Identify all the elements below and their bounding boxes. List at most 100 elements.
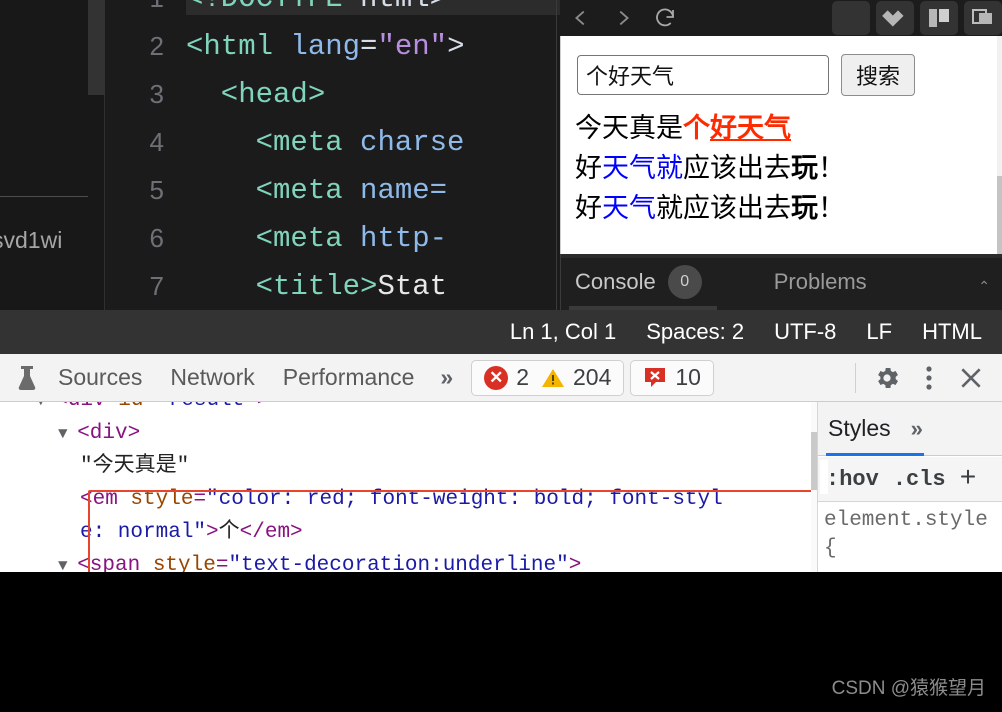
split-layout-icon[interactable] bbox=[920, 1, 958, 35]
more-tabs-icon[interactable]: » bbox=[428, 364, 465, 391]
chevron-up-icon[interactable]: ⌃ bbox=[978, 278, 990, 295]
dom-token: "今天真是" bbox=[80, 455, 190, 478]
line-number: 3 bbox=[149, 78, 164, 109]
tab-network[interactable]: Network bbox=[156, 364, 268, 391]
plain-text: 好 bbox=[575, 193, 602, 223]
line-number: 7 bbox=[149, 270, 164, 301]
more-vertical-icon[interactable] bbox=[908, 357, 950, 399]
browser-toolbar bbox=[560, 0, 1002, 36]
styles-filter-caret bbox=[820, 460, 828, 494]
dom-token: style bbox=[140, 554, 216, 572]
emphasis-red-underline: 好天气 bbox=[710, 113, 791, 143]
errors-warnings-pill[interactable]: ✕ 2 204 bbox=[471, 359, 625, 396]
styles-pane: Styles » :hov .cls + element.style { bbox=[818, 402, 1002, 572]
line-number: 5 bbox=[149, 174, 164, 205]
reload-icon[interactable] bbox=[644, 1, 686, 35]
search-button[interactable]: 搜索 bbox=[841, 54, 916, 96]
dom-token: > bbox=[206, 521, 219, 544]
dom-token: id bbox=[106, 402, 143, 412]
diamond-cluster-icon[interactable] bbox=[876, 1, 914, 35]
issue-square-icon bbox=[643, 367, 667, 389]
warning-triangle-icon bbox=[541, 367, 565, 389]
devtools-right-actions bbox=[845, 357, 992, 399]
status-indentation[interactable]: Spaces: 2 bbox=[646, 319, 744, 345]
warning-count: 204 bbox=[573, 364, 612, 390]
tab-problems[interactable]: Problems bbox=[716, 269, 881, 295]
line-number: 4 bbox=[149, 126, 164, 157]
plain-text: 就应该出去 bbox=[656, 193, 791, 223]
blank-panel-icon[interactable] bbox=[832, 1, 870, 35]
copy-windows-icon[interactable] bbox=[964, 1, 1002, 35]
dom-token: "color: red; font-weight: bold; font-sty… bbox=[206, 488, 723, 511]
emphasis-red: 个 bbox=[683, 113, 710, 143]
dom-token: <em bbox=[80, 488, 118, 511]
close-icon[interactable] bbox=[950, 357, 992, 399]
dom-scrollbar[interactable] bbox=[811, 402, 817, 572]
devtools-panel: Sources Network Performance » ✕ 2 204 10… bbox=[0, 354, 1002, 572]
issue-count: 10 bbox=[675, 364, 701, 390]
search-row: 搜索 bbox=[577, 54, 916, 96]
dom-tree-node[interactable]: e: normal">个</em> bbox=[80, 516, 303, 549]
dom-token: e: normal" bbox=[80, 521, 207, 544]
plain-text: ！ bbox=[818, 193, 845, 223]
plain-text: 应该出去 bbox=[683, 153, 791, 183]
plain-text: 今天真是 bbox=[575, 113, 683, 143]
tab-performance[interactable]: Performance bbox=[269, 364, 429, 391]
status-eol[interactable]: LF bbox=[866, 319, 892, 345]
hov-toggle[interactable]: :hov bbox=[826, 467, 879, 492]
element-style-rule[interactable]: element.style { bbox=[818, 503, 1002, 572]
preview-page: 搜索 今天真是个好天气 好天气就应该出去玩！ 好天气就应该出去玩！ bbox=[560, 36, 1002, 254]
expand-triangle-icon[interactable]: ▼ bbox=[58, 425, 77, 443]
plain-text: 好 bbox=[575, 153, 602, 183]
dom-tree-node[interactable]: ▼ <div id="result"> bbox=[36, 402, 269, 418]
dom-tree-node[interactable]: ▼ <span style="text-decoration:underline… bbox=[58, 549, 581, 572]
devtools-tabbar: Sources Network Performance » ✕ 2 204 10 bbox=[0, 354, 1002, 402]
tab-styles[interactable]: Styles bbox=[828, 415, 891, 442]
result-line-1: 今天真是个好天气 bbox=[575, 106, 791, 145]
editor-status-bar: Ln 1, Col 1 Spaces: 2 UTF-8 LF HTML bbox=[0, 310, 1002, 354]
status-cursor-position[interactable]: Ln 1, Col 1 bbox=[510, 319, 616, 345]
bold-text: 玩 bbox=[791, 193, 818, 223]
chevron-left-icon[interactable] bbox=[560, 1, 602, 35]
minimap-block[interactable] bbox=[88, 0, 105, 95]
status-language-mode[interactable]: HTML bbox=[922, 319, 982, 345]
highlight-blue: 天气 bbox=[602, 193, 656, 223]
dom-tree-node[interactable]: "今天真是" bbox=[80, 450, 189, 483]
dom-tree-node[interactable]: ▼ <div> bbox=[58, 417, 140, 451]
result-line-3: 好天气就应该出去玩！ bbox=[575, 186, 845, 225]
page-scrollbar[interactable] bbox=[997, 36, 1002, 254]
dom-token: style bbox=[117, 488, 194, 511]
browser-preview-window: 搜索 今天真是个好天气 好天气就应该出去玩！ 好天气就应该出去玩！ Consol… bbox=[560, 0, 1002, 310]
devtools-drawer: Console 0 Problems ⌃ bbox=[560, 254, 1002, 310]
issues-pill[interactable]: 10 bbox=[630, 359, 714, 396]
plain-text: ！ bbox=[818, 153, 845, 183]
dom-token: <span bbox=[77, 554, 141, 572]
gutter-divider bbox=[0, 196, 88, 197]
toolbar-divider bbox=[855, 362, 856, 393]
dom-token: "result" bbox=[156, 402, 257, 412]
styles-more-icon[interactable]: » bbox=[911, 416, 923, 442]
chevron-right-icon[interactable] bbox=[602, 1, 644, 35]
dom-token: = bbox=[215, 554, 229, 572]
status-encoding[interactable]: UTF-8 bbox=[774, 319, 836, 345]
tab-sources[interactable]: Sources bbox=[44, 364, 156, 391]
dom-tree-node[interactable]: <em style="color: red; font-weight: bold… bbox=[80, 483, 723, 516]
expand-triangle-icon[interactable]: ▼ bbox=[58, 557, 77, 572]
cls-toggle[interactable]: .cls bbox=[893, 467, 946, 492]
styles-tabbar: Styles » bbox=[818, 402, 1002, 456]
code-editor-region: svd1wi 1<!DOCTYPE html>2<html lang="en">… bbox=[0, 0, 1002, 310]
tab-console[interactable]: Console 0 bbox=[561, 265, 716, 299]
expand-triangle-icon[interactable]: ▼ bbox=[36, 402, 55, 410]
bold-text: 玩 bbox=[791, 153, 818, 183]
add-rule-icon[interactable]: + bbox=[960, 464, 977, 495]
flask-icon[interactable] bbox=[10, 365, 44, 391]
styles-active-underline bbox=[826, 453, 924, 456]
dom-token: div bbox=[68, 402, 106, 412]
dom-token: > bbox=[568, 554, 582, 572]
highlight-blue: 天气就 bbox=[602, 153, 683, 183]
dom-tree-pane[interactable]: ▼ <div id="result">▼ <div> "今天真是" <em styl… bbox=[0, 402, 818, 572]
error-circle-icon: ✕ bbox=[484, 365, 509, 390]
gear-icon[interactable] bbox=[866, 357, 908, 399]
search-input[interactable] bbox=[577, 55, 829, 95]
line-number: 6 bbox=[149, 222, 164, 253]
